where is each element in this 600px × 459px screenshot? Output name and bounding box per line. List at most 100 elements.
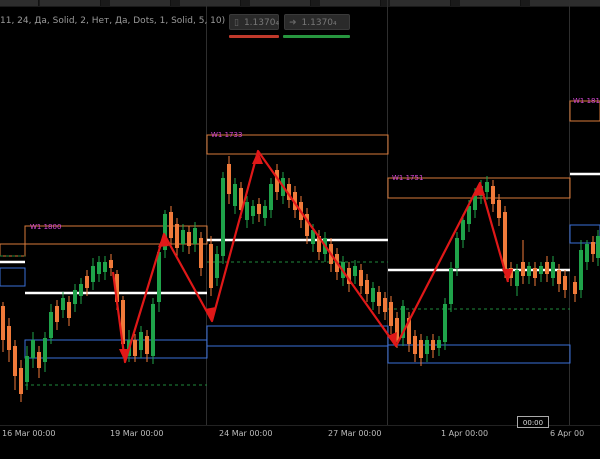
candle xyxy=(251,206,255,216)
candle xyxy=(365,280,369,294)
candle xyxy=(527,266,531,276)
candle xyxy=(419,340,423,358)
candle xyxy=(563,276,567,290)
candle xyxy=(443,304,447,342)
candle xyxy=(515,270,519,286)
resistance-zone xyxy=(0,243,26,257)
zone-label: W1 1800 xyxy=(30,223,61,231)
candle xyxy=(461,220,465,240)
candle xyxy=(175,224,179,248)
candle xyxy=(37,352,41,368)
candle xyxy=(539,266,543,274)
candle xyxy=(73,290,77,304)
candle xyxy=(19,368,23,394)
candle xyxy=(533,268,537,278)
candle xyxy=(491,186,495,204)
candles xyxy=(1,156,600,402)
candle xyxy=(497,200,501,218)
sell-price: 1.1370₄ xyxy=(243,18,280,28)
crosshair-time-label: 00:00 xyxy=(517,416,549,428)
zigzag-polyline xyxy=(111,149,510,364)
candle xyxy=(585,244,589,262)
candle xyxy=(545,262,549,274)
candle xyxy=(103,262,107,272)
candle xyxy=(425,340,429,354)
candle xyxy=(579,250,583,290)
candle xyxy=(573,282,577,294)
indicator-params: 11, 24, Да, Solid, 2, Нет, Да, Dots, 1, … xyxy=(0,16,226,26)
candle xyxy=(97,262,101,274)
resistance-zones xyxy=(0,100,600,257)
candle xyxy=(61,298,65,310)
buy-arrow-icon: ➜ xyxy=(289,18,297,28)
price-chart[interactable]: W1 1800 W1 1733 W1 1751 W1 181 xyxy=(0,0,600,425)
zone-label: W1 1751 xyxy=(392,174,423,182)
zigzag-line xyxy=(111,149,510,364)
candle xyxy=(269,184,273,210)
candle xyxy=(263,206,267,218)
candle xyxy=(157,252,161,302)
time-label: 6 Apr 00 xyxy=(550,429,585,438)
sell-arrow-icon: ▯ xyxy=(234,18,239,28)
candle xyxy=(503,212,507,270)
candle xyxy=(55,306,59,322)
support-zone xyxy=(206,325,389,347)
candle xyxy=(596,236,600,258)
candle xyxy=(521,262,525,276)
candle xyxy=(353,266,357,276)
time-label: 1 Apr 00:00 xyxy=(441,429,489,438)
time-axis[interactable]: 16 Mar 00:00 19 Mar 00:00 24 Mar 00:00 2… xyxy=(0,425,600,459)
candle xyxy=(139,332,143,350)
candle xyxy=(151,304,155,356)
candle xyxy=(215,254,219,278)
time-label: 24 Mar 00:00 xyxy=(219,429,273,438)
candle xyxy=(227,164,231,194)
candle xyxy=(7,326,11,350)
zigzag-arrows xyxy=(119,151,513,362)
support-zone xyxy=(569,224,600,244)
time-label: 16 Mar 00:00 xyxy=(2,429,56,438)
buy-price: 1.1370₄ xyxy=(301,18,337,28)
sell-price-button[interactable]: ▯ 1.1370₄ xyxy=(229,14,279,30)
candle xyxy=(221,178,225,256)
support-zone xyxy=(0,267,26,287)
candle xyxy=(25,356,29,382)
candle xyxy=(187,232,191,246)
candle xyxy=(133,340,137,356)
support-zone xyxy=(24,339,208,359)
candle xyxy=(377,292,381,306)
candle xyxy=(91,266,95,282)
candle xyxy=(109,260,113,268)
candle xyxy=(233,184,237,206)
candle xyxy=(85,276,89,288)
candle xyxy=(43,338,47,362)
candle xyxy=(431,340,435,350)
candle xyxy=(13,346,17,376)
candle xyxy=(31,340,35,358)
zone-label: W1 181 xyxy=(573,97,600,105)
candle xyxy=(359,270,363,286)
candle xyxy=(199,238,203,268)
candle xyxy=(1,306,5,340)
candle xyxy=(551,262,555,278)
candle xyxy=(591,242,595,254)
time-label: 27 Mar 00:00 xyxy=(328,429,382,438)
candle xyxy=(389,302,393,326)
candle xyxy=(257,204,261,214)
candle xyxy=(245,202,249,220)
buy-price-button[interactable]: ➜ 1.1370₄ xyxy=(284,14,350,30)
candle xyxy=(413,336,417,354)
candle xyxy=(371,288,375,302)
candle xyxy=(79,284,83,296)
zone-label: W1 1733 xyxy=(211,131,242,139)
candle xyxy=(181,230,185,244)
candle xyxy=(383,298,387,312)
candle xyxy=(193,228,197,244)
dashed-levels xyxy=(0,255,570,386)
buy-underline xyxy=(283,35,350,38)
zone-labels: W1 1800 W1 1733 W1 1751 W1 181 xyxy=(30,97,600,231)
candle xyxy=(455,238,459,268)
time-label: 19 Mar 00:00 xyxy=(110,429,164,438)
candle xyxy=(49,312,53,338)
candle xyxy=(67,302,71,318)
